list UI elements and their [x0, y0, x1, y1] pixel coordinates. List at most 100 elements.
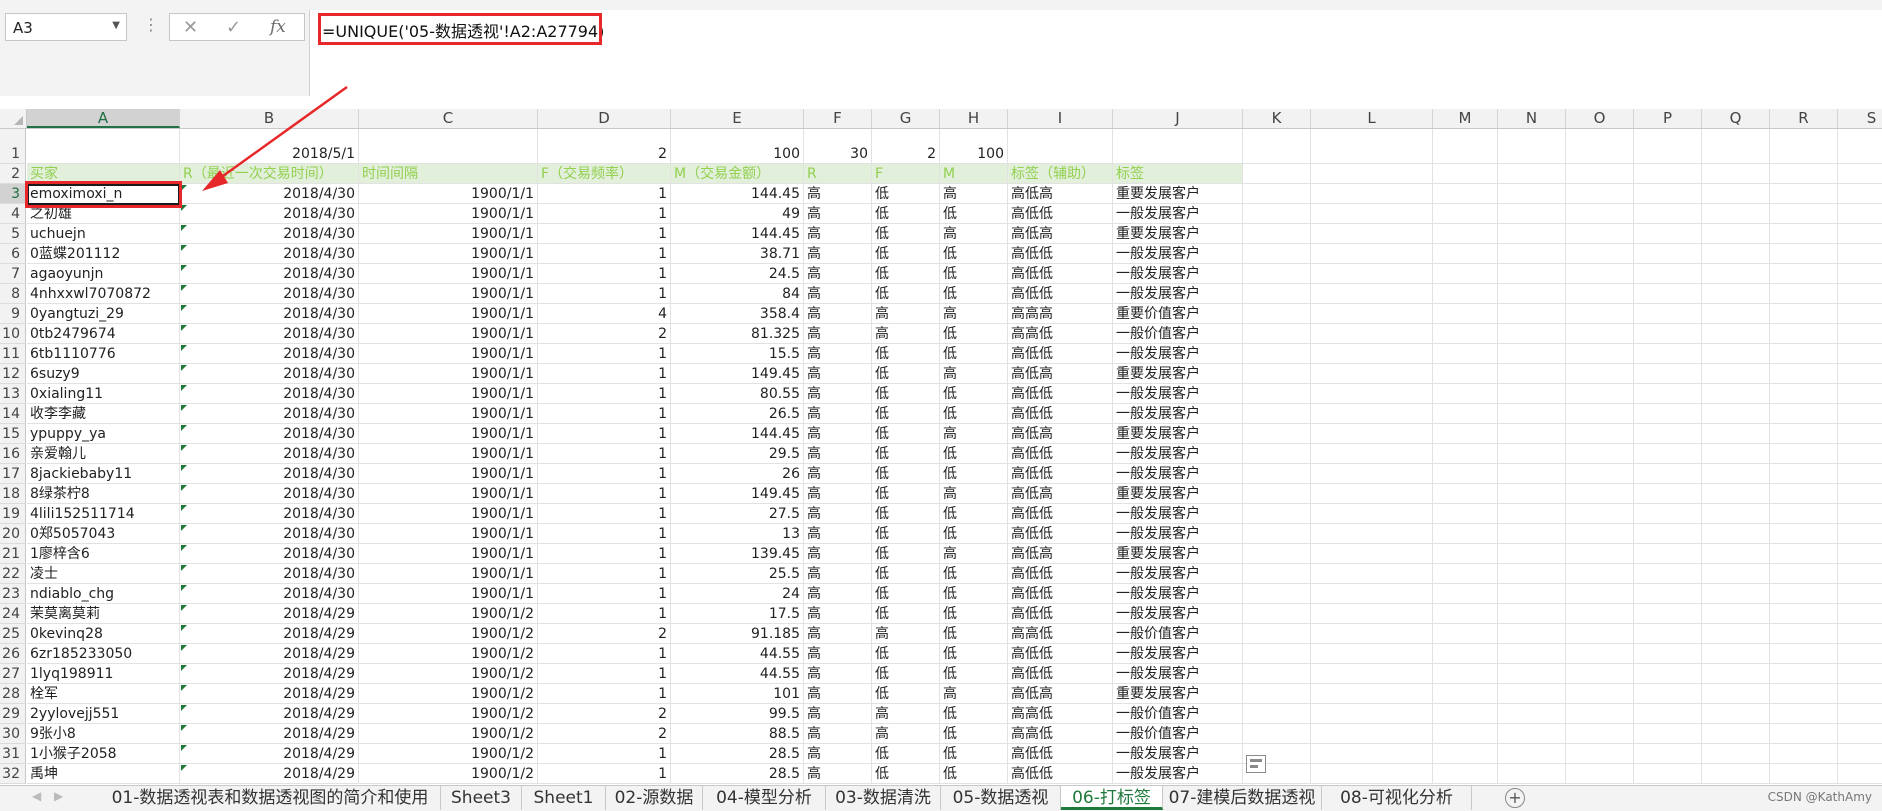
- empty-cell[interactable]: [1498, 744, 1566, 764]
- sheet-tab-4[interactable]: 02-源数据: [606, 786, 703, 810]
- empty-cell[interactable]: [1498, 264, 1566, 284]
- cell-b31[interactable]: 2018/4/29: [180, 744, 359, 764]
- empty-cell[interactable]: [1838, 364, 1882, 384]
- empty-cell[interactable]: [1311, 284, 1433, 304]
- cell-h30[interactable]: 低: [940, 724, 1008, 744]
- cell-g13[interactable]: 低: [872, 384, 940, 404]
- empty-cell[interactable]: [1566, 564, 1634, 584]
- cell-g3[interactable]: 低: [872, 184, 940, 204]
- cell-b9[interactable]: 2018/4/30: [180, 304, 359, 324]
- column-header-d[interactable]: D: [538, 109, 671, 128]
- empty-cell[interactable]: [1838, 604, 1882, 624]
- column-header-k[interactable]: K: [1243, 109, 1311, 128]
- cell-h20[interactable]: 低: [940, 524, 1008, 544]
- cell-g22[interactable]: 低: [872, 564, 940, 584]
- empty-cell[interactable]: [1243, 584, 1311, 604]
- empty-cell[interactable]: [1566, 404, 1634, 424]
- cell-d27[interactable]: 1: [538, 664, 671, 684]
- empty-cell[interactable]: [1311, 204, 1433, 224]
- cell-c19[interactable]: 1900/1/1: [359, 504, 538, 524]
- empty-cell[interactable]: [1498, 284, 1566, 304]
- cell-c5[interactable]: 1900/1/1: [359, 224, 538, 244]
- cell-d13[interactable]: 1: [538, 384, 671, 404]
- cell-a21[interactable]: 1廖梓含6: [27, 544, 180, 564]
- empty-cell[interactable]: [1433, 384, 1498, 404]
- empty-cell[interactable]: [1566, 484, 1634, 504]
- empty-cell[interactable]: [1702, 484, 1770, 504]
- empty-cell[interactable]: [1311, 524, 1433, 544]
- cell-e28[interactable]: 101: [671, 684, 804, 704]
- empty-cell[interactable]: [1498, 524, 1566, 544]
- cell-j29[interactable]: 一般价值客户: [1113, 704, 1243, 724]
- empty-cell[interactable]: [1566, 644, 1634, 664]
- cell-e22[interactable]: 25.5: [671, 564, 804, 584]
- empty-cell[interactable]: [1498, 224, 1566, 244]
- cell-e26[interactable]: 44.55: [671, 644, 804, 664]
- cell-f3[interactable]: 高: [804, 184, 872, 204]
- empty-cell[interactable]: [1770, 764, 1838, 784]
- cell-i7[interactable]: 高低低: [1008, 264, 1113, 284]
- empty-cell[interactable]: [1702, 224, 1770, 244]
- cell-j6[interactable]: 一般发展客户: [1113, 244, 1243, 264]
- empty-cell[interactable]: [1634, 204, 1702, 224]
- cell-j28[interactable]: 重要发展客户: [1113, 684, 1243, 704]
- cell-e30[interactable]: 88.5: [671, 724, 804, 744]
- empty-cell[interactable]: [1770, 224, 1838, 244]
- empty-cell[interactable]: [1498, 204, 1566, 224]
- cell-g5[interactable]: 低: [872, 224, 940, 244]
- select-all-corner[interactable]: [0, 109, 27, 128]
- cell-b2[interactable]: R（最近一次交易时间）: [180, 164, 359, 184]
- empty-cell[interactable]: [1838, 584, 1882, 604]
- row-header-24[interactable]: 24: [0, 604, 26, 624]
- cell-j25[interactable]: 一般价值客户: [1113, 624, 1243, 644]
- empty-cell[interactable]: [1243, 284, 1311, 304]
- tab-scroll-left-icon[interactable]: ◀: [32, 789, 41, 803]
- cell-j24[interactable]: 一般发展客户: [1113, 604, 1243, 624]
- empty-cell[interactable]: [1243, 644, 1311, 664]
- empty-cell[interactable]: [1243, 384, 1311, 404]
- empty-cell[interactable]: [1770, 344, 1838, 364]
- cell-d10[interactable]: 2: [538, 324, 671, 344]
- cell-e21[interactable]: 139.45: [671, 544, 804, 564]
- empty-cell[interactable]: [1498, 644, 1566, 664]
- column-header-o[interactable]: O: [1566, 109, 1634, 128]
- empty-cell[interactable]: [1702, 284, 1770, 304]
- cell-g8[interactable]: 低: [872, 284, 940, 304]
- empty-cell[interactable]: [1433, 744, 1498, 764]
- row-header-2[interactable]: 2: [0, 164, 26, 184]
- cell-h10[interactable]: 低: [940, 324, 1008, 344]
- empty-cell[interactable]: [1838, 129, 1882, 164]
- empty-cell[interactable]: [1433, 304, 1498, 324]
- cell-e29[interactable]: 99.5: [671, 704, 804, 724]
- empty-cell[interactable]: [1838, 624, 1882, 644]
- empty-cell[interactable]: [1566, 524, 1634, 544]
- empty-cell[interactable]: [1702, 344, 1770, 364]
- cell-g19[interactable]: 低: [872, 504, 940, 524]
- cell-b1[interactable]: 2018/5/1: [180, 129, 359, 164]
- empty-cell[interactable]: [1838, 324, 1882, 344]
- cell-a17[interactable]: 8jackiebaby11: [27, 464, 180, 484]
- cell-c23[interactable]: 1900/1/1: [359, 584, 538, 604]
- cell-e14[interactable]: 26.5: [671, 404, 804, 424]
- cell-j17[interactable]: 一般发展客户: [1113, 464, 1243, 484]
- empty-cell[interactable]: [1498, 564, 1566, 584]
- empty-cell[interactable]: [1770, 564, 1838, 584]
- cell-d19[interactable]: 1: [538, 504, 671, 524]
- empty-cell[interactable]: [1702, 604, 1770, 624]
- empty-cell[interactable]: [1770, 304, 1838, 324]
- cell-c20[interactable]: 1900/1/1: [359, 524, 538, 544]
- cell-e6[interactable]: 38.71: [671, 244, 804, 264]
- empty-cell[interactable]: [1702, 624, 1770, 644]
- empty-cell[interactable]: [1311, 224, 1433, 244]
- empty-cell[interactable]: [1770, 404, 1838, 424]
- cell-d14[interactable]: 1: [538, 404, 671, 424]
- column-header-n[interactable]: N: [1498, 109, 1566, 128]
- empty-cell[interactable]: [1311, 244, 1433, 264]
- sheet-tab-3[interactable]: Sheet1: [522, 786, 606, 810]
- empty-cell[interactable]: [1566, 424, 1634, 444]
- row-header-32[interactable]: 32: [0, 764, 26, 784]
- empty-cell[interactable]: [1838, 724, 1882, 744]
- cell-h19[interactable]: 低: [940, 504, 1008, 524]
- row-header-20[interactable]: 20: [0, 524, 26, 544]
- empty-cell[interactable]: [1433, 224, 1498, 244]
